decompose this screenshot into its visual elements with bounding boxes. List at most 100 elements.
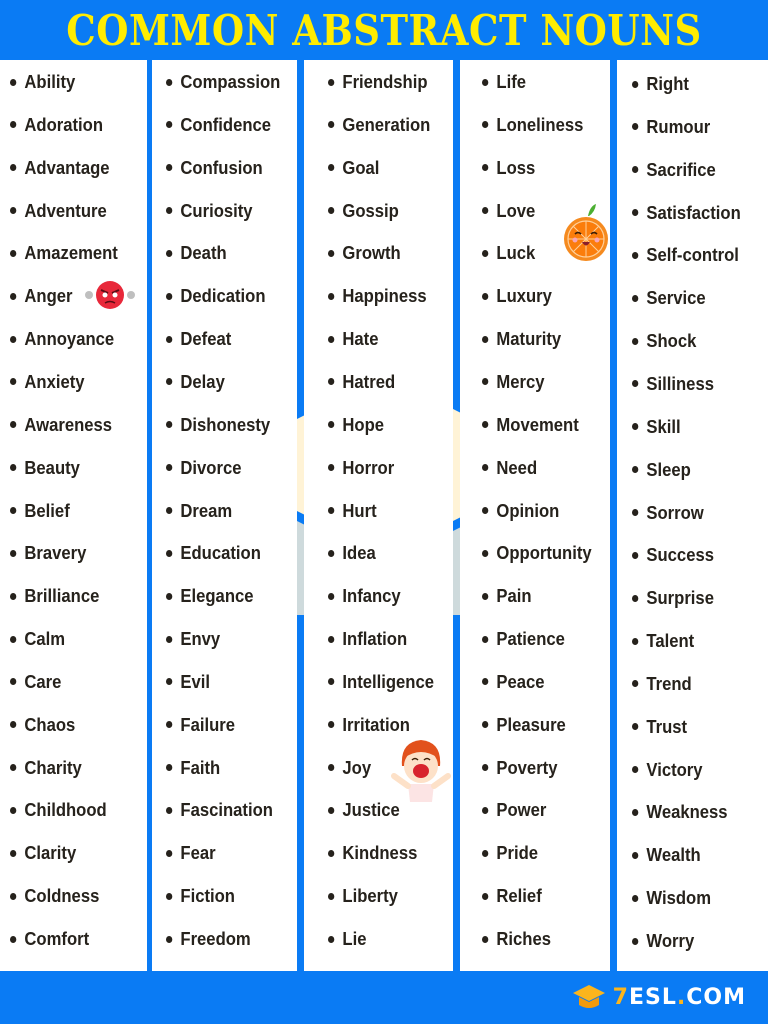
list-item: Poverty (482, 753, 557, 783)
list-item: Growth (328, 238, 401, 268)
noun-text: Pride (496, 842, 539, 864)
noun-text: Wealth (646, 844, 701, 866)
noun-text: Surprise (646, 587, 714, 609)
noun-text: Delay (180, 370, 225, 392)
list-item: Rumour (632, 112, 710, 142)
list-item: Maturity (482, 324, 561, 354)
bullet-icon (166, 892, 173, 900)
list-item: Satisfaction (632, 198, 741, 228)
bullet-icon (166, 721, 173, 729)
bullet-icon (632, 251, 639, 259)
bullet-icon (10, 464, 17, 472)
list-item: Lie (328, 924, 366, 954)
list-item: Trust (632, 712, 687, 742)
noun-text: Awareness (24, 413, 113, 435)
noun-text: Sacrifice (646, 158, 716, 180)
bullet-icon (166, 935, 173, 943)
list-item: Anger (10, 281, 73, 311)
noun-text: Comfort (24, 928, 90, 949)
list-item: Self-control (632, 240, 739, 270)
list-item: Belief (10, 496, 70, 526)
noun-text: Dishonesty (180, 413, 271, 435)
bullet-icon (10, 378, 17, 386)
bullet-icon (632, 294, 639, 302)
bullet-icon (632, 209, 639, 217)
bullet-icon (632, 723, 639, 731)
list-item: Love (482, 196, 535, 226)
noun-text: Growth (342, 242, 401, 264)
noun-text: Right (646, 73, 689, 94)
noun-text: Riches (496, 928, 552, 949)
bullet-icon (482, 335, 489, 343)
list-item: Luxury (482, 281, 552, 311)
bullet-icon (482, 78, 489, 86)
noun-text: Hatred (342, 370, 396, 392)
bullet-icon (166, 764, 173, 772)
noun-text: Fear (180, 842, 216, 864)
bullet-icon (632, 80, 639, 88)
noun-text: Service (646, 287, 706, 309)
list-item: Envy (166, 624, 220, 654)
list-item: Peace (482, 667, 545, 697)
noun-text: Trust (646, 715, 688, 737)
list-item: Pleasure (482, 710, 566, 740)
bullet-icon (482, 121, 489, 129)
noun-text: Luck (496, 242, 536, 264)
list-item: Life (482, 67, 526, 97)
bullet-icon (632, 851, 639, 859)
noun-text: Generation (342, 113, 431, 135)
list-item: Silliness (632, 369, 714, 399)
noun-text: Confidence (180, 113, 272, 135)
noun-text: Bravery (24, 542, 87, 564)
noun-text: Justice (342, 799, 400, 821)
noun-text: Talent (646, 630, 695, 652)
bullet-icon (632, 166, 639, 174)
bullet-icon (328, 678, 335, 686)
list-item: Adventure (10, 196, 107, 226)
list-item: Weakness (632, 797, 728, 827)
list-item: Shock (632, 326, 696, 356)
noun-text: Adventure (24, 199, 107, 221)
list-item: Bravery (10, 538, 86, 568)
bullet-icon (482, 549, 489, 557)
bullet-icon (632, 680, 639, 688)
list-item: Dedication (166, 281, 266, 311)
noun-text: Ability (24, 71, 76, 92)
bullet-icon (10, 721, 17, 729)
bullet-icon (166, 635, 173, 643)
bullet-icon (328, 78, 335, 86)
list-item: Care (10, 667, 61, 697)
noun-text: Peace (496, 670, 545, 692)
bullet-icon (328, 207, 335, 215)
list-item: Power (482, 795, 546, 825)
bullet-icon (10, 806, 17, 814)
noun-text: Dream (180, 499, 233, 521)
noun-text: Self-control (646, 244, 739, 266)
bullet-icon (632, 637, 639, 645)
list-item: Awareness (10, 410, 112, 440)
bullet-icon (10, 549, 17, 557)
bullet-icon (166, 421, 173, 429)
bullet-icon (166, 121, 173, 129)
bullet-icon (328, 507, 335, 514)
noun-text: Horror (342, 456, 395, 478)
list-item: Gossip (328, 196, 399, 226)
bullet-icon (482, 292, 489, 300)
list-item: Infancy (328, 581, 401, 611)
site-logo[interactable]: 7ESL.COM (571, 983, 746, 1011)
noun-text: Goal (342, 156, 380, 178)
bullet-icon (632, 466, 639, 474)
list-item: Clarity (10, 838, 76, 868)
bullet-icon (482, 464, 489, 472)
bullet-icon (328, 292, 335, 300)
list-item: Sleep (632, 455, 691, 485)
noun-text: Power (496, 799, 547, 821)
noun-text: Divorce (180, 456, 242, 478)
bullet-icon (10, 249, 17, 257)
bullet-icon (328, 592, 335, 600)
list-item: Goal (328, 153, 379, 183)
bullet-icon (166, 335, 173, 343)
noun-text: Adoration (24, 113, 104, 135)
list-item: Inflation (328, 624, 407, 654)
bullet-icon (482, 635, 489, 643)
